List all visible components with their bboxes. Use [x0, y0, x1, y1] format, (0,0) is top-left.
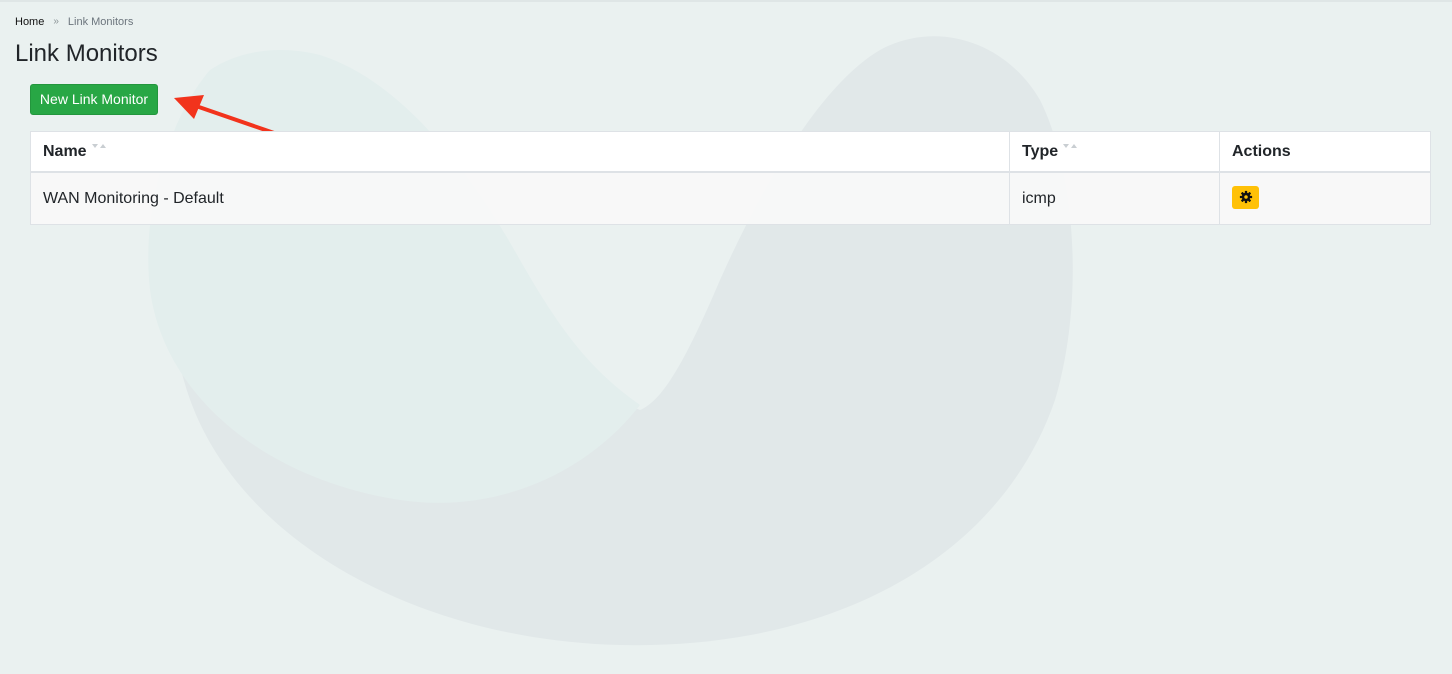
- page-title: Link Monitors: [15, 40, 158, 67]
- breadcrumb-separator: »: [53, 16, 59, 27]
- sort-icon[interactable]: [1062, 142, 1078, 150]
- column-header-actions: Actions: [1219, 131, 1431, 173]
- row-settings-button[interactable]: [1232, 185, 1259, 209]
- breadcrumb-home-link[interactable]: Home: [15, 15, 44, 29]
- breadcrumb: Home » Link Monitors: [15, 15, 133, 29]
- new-link-monitor-button[interactable]: New Link Monitor: [30, 84, 158, 115]
- column-header-name[interactable]: Name: [30, 131, 1010, 173]
- link-monitors-table-container: Name Type Actions WAN Monitoring - Defau…: [30, 131, 1431, 225]
- sort-icon[interactable]: [91, 142, 107, 150]
- table-header-row: Name Type Actions: [30, 131, 1431, 173]
- column-header-name-label: Name: [43, 142, 87, 160]
- table-row[interactable]: WAN Monitoring - Default icmp: [30, 171, 1431, 225]
- gear-icon: [1239, 190, 1253, 204]
- cell-actions: [1219, 171, 1431, 225]
- column-header-type[interactable]: Type: [1009, 131, 1220, 173]
- link-monitors-table: Name Type Actions WAN Monitoring - Defau…: [30, 131, 1431, 225]
- cell-name: WAN Monitoring - Default: [30, 171, 1010, 225]
- cell-type: icmp: [1009, 171, 1220, 225]
- column-header-type-label: Type: [1022, 142, 1059, 160]
- breadcrumb-current: Link Monitors: [67, 16, 134, 28]
- column-header-actions-label: Actions: [1232, 142, 1291, 160]
